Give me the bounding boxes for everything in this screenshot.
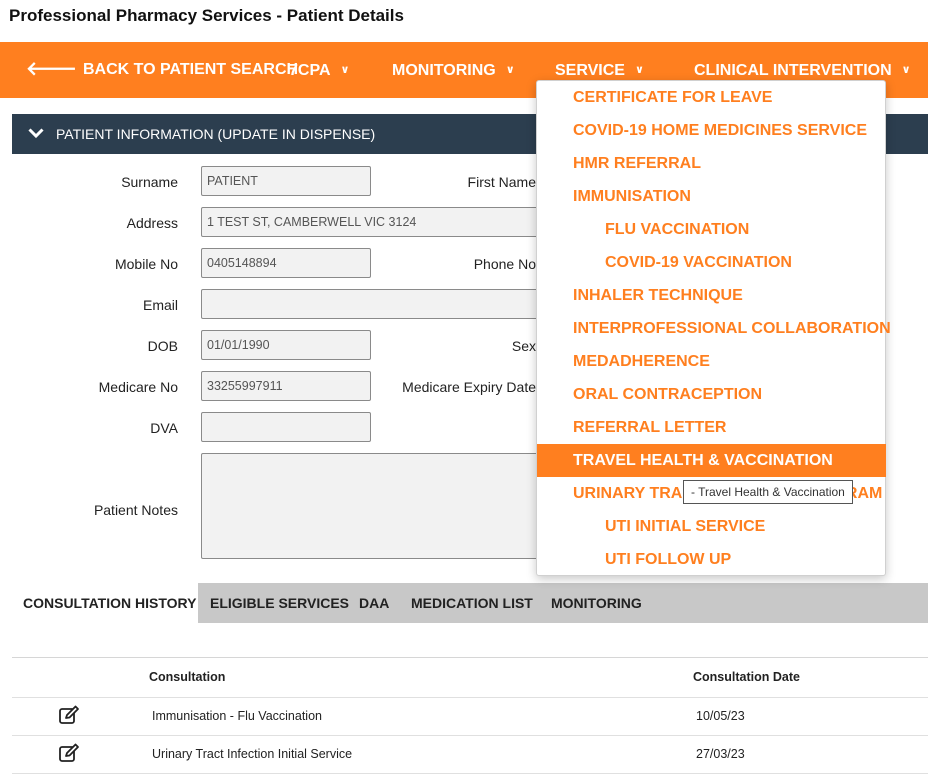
tooltip: - Travel Health & Vaccination <box>683 480 853 504</box>
back-to-patient-search-button[interactable]: 🡐 BACK TO PATIENT SEARCH <box>26 42 298 98</box>
menu-item-travel-health-vaccination[interactable]: TRAVEL HEALTH & VACCINATION <box>537 444 886 477</box>
menu-item-interprofessional-collaboration[interactable]: INTERPROFESSIONAL COLLABORATION <box>537 312 891 345</box>
back-label: BACK TO PATIENT SEARCH <box>82 61 299 78</box>
phone-label: Phone No <box>473 256 536 272</box>
email-label: Email <box>142 297 178 313</box>
address-label: Address <box>126 215 178 231</box>
patient-notes-label: Patient Notes <box>93 502 178 518</box>
nav-label: SERVICE <box>555 62 625 79</box>
table-top-border <box>12 657 928 658</box>
email-field[interactable] <box>201 289 541 319</box>
mobile-field[interactable]: 0405148894 <box>201 248 371 278</box>
date-cell: 27/03/23 <box>696 747 745 761</box>
menu-item-flu-vaccination[interactable]: FLU VACCINATION <box>537 213 886 246</box>
menu-item-hmr-referral[interactable]: HMR REFERRAL <box>537 147 886 180</box>
page-title: Professional Pharmacy Services - Patient… <box>9 6 404 25</box>
tab-eligible-services[interactable]: ELIGIBLE SERVICES <box>210 583 349 623</box>
surname-field[interactable]: PATIENT <box>201 166 371 196</box>
menu-item-immunisation[interactable]: IMMUNISATION <box>537 180 886 213</box>
nav-label: CLINICAL INTERVENTION <box>694 62 892 79</box>
menu-item-medadherence[interactable]: MEDADHERENCE <box>537 345 886 378</box>
edit-icon[interactable] <box>58 742 80 764</box>
tab-daa[interactable]: DAA <box>359 583 389 623</box>
menu-item-inhaler-technique[interactable]: INHALER TECHNIQUE <box>537 279 886 312</box>
row-divider <box>12 735 928 736</box>
consultation-cell: Urinary Tract Infection Initial Service <box>152 747 353 761</box>
nav-label: 7CPA <box>289 62 331 79</box>
row-divider <box>12 773 928 774</box>
tab-monitoring[interactable]: MONITORING <box>551 583 642 623</box>
menu-item-covid19-vaccination[interactable]: COVID-19 VACCINATION <box>537 246 886 279</box>
mobile-label: Mobile No <box>114 256 178 272</box>
nav-menu-7cpa[interactable]: 7CPA ∨ <box>289 42 349 98</box>
dob-label: DOB <box>147 338 178 354</box>
chevron-down-icon: ∨ <box>901 64 911 76</box>
menu-item-uti-initial-service[interactable]: UTI INITIAL SERVICE <box>537 510 886 543</box>
menu-item-covid19-home-medicines[interactable]: COVID-19 HOME MEDICINES SERVICE <box>537 114 886 147</box>
arrow-left-icon: 🡐 <box>26 59 77 80</box>
column-header-consultation-date: Consultation Date <box>693 670 800 684</box>
date-cell: 10/05/23 <box>696 709 745 723</box>
tab-consultation-history[interactable]: CONSULTATION HISTORY <box>12 583 198 623</box>
menu-item-uti-follow-up[interactable]: UTI FOLLOW UP <box>537 543 886 576</box>
dva-field[interactable] <box>201 412 371 442</box>
address-field[interactable]: 1 TEST ST, CAMBERWELL VIC 3124 <box>201 207 541 237</box>
chevron-down-icon: ∨ <box>505 64 515 76</box>
sex-label: Sex <box>511 338 536 354</box>
app-root: Professional Pharmacy Services - Patient… <box>0 0 928 783</box>
medicare-expiry-label: Medicare Expiry Date <box>402 379 536 395</box>
chevron-down-icon: ∨ <box>340 64 350 76</box>
chevron-down-icon <box>28 114 46 154</box>
first-name-label: First Name <box>467 174 536 190</box>
nav-label: MONITORING <box>392 62 496 79</box>
row-divider <box>12 697 928 698</box>
dva-label: DVA <box>150 420 178 436</box>
nav-menu-monitoring[interactable]: MONITORING ∨ <box>392 42 515 98</box>
consultation-cell: Immunisation - Flu Vaccination <box>152 709 322 723</box>
panel-title: PATIENT INFORMATION (UPDATE IN DISPENSE) <box>56 126 376 142</box>
surname-label: Surname <box>121 174 178 190</box>
tab-bar: CONSULTATION HISTORY ELIGIBLE SERVICES D… <box>12 583 928 623</box>
column-header-consultation: Consultation <box>149 670 226 684</box>
edit-icon[interactable] <box>58 704 80 726</box>
menu-item-oral-contraception[interactable]: ORAL CONTRACEPTION <box>537 378 886 411</box>
patient-notes-textarea[interactable] <box>201 453 541 559</box>
menu-item-certificate-for-leave[interactable]: CERTIFICATE FOR LEAVE <box>537 81 886 114</box>
dob-field[interactable]: 01/01/1990 <box>201 330 371 360</box>
menu-item-referral-letter[interactable]: REFERRAL LETTER <box>537 411 886 444</box>
medicare-field[interactable]: 33255997911 <box>201 371 371 401</box>
medicare-label: Medicare No <box>98 379 178 395</box>
tab-medication-list[interactable]: MEDICATION LIST <box>411 583 533 623</box>
